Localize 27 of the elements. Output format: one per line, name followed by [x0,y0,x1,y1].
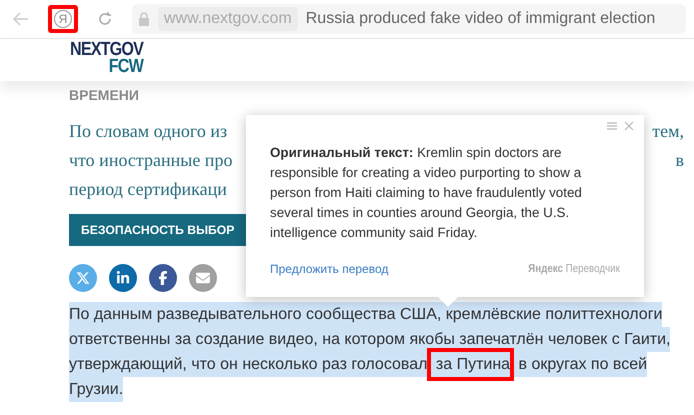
selected-text: в округах по всей [514,352,648,377]
selected-text: По данным разведывательного сообщества США, кремлёвские политтехнологи [69,302,662,327]
translator-brand: Яндекс Переводчик [528,263,620,275]
suggest-translation-link[interactable]: Предложить перевод [270,262,388,276]
linkedin-icon[interactable] [109,264,137,292]
body-text: в [676,149,684,172]
selected-text: Грузии. [69,377,124,402]
address-bar[interactable]: www.nextgov.com Russia produced fake video of immigrant election [132,4,686,34]
x-logo-icon[interactable] [69,264,97,292]
original-text: Оригинальный текст: Kremlin spin doctors are responsible for creating a video purporting to show a person from Haiti claiming to have fraudulently voted several times in counties around Georgia, the U.S. intelligence community said Friday. [270,144,583,242]
page-title: Russia produced fake video of immigrant election [306,10,656,28]
annotated-text: за Путина [427,348,514,381]
url-text: www.nextgov.com [158,7,298,31]
body-text: период сертификаци [69,178,227,201]
body-text: что иностранные про [69,149,232,172]
site-logo[interactable]: NEXTGOV FCW [70,41,144,81]
body-text: По словам одного из [69,120,228,143]
yandex-button[interactable]: Я [48,5,78,33]
close-icon[interactable] [624,121,634,131]
selected-text: ответственны за создание видео, на котором якобы запечатлён человек с Гаити, [69,327,670,352]
lock-icon [138,12,150,26]
facebook-icon[interactable] [149,264,177,292]
section-label: ВРЕМЕНИ [69,87,140,103]
selected-text: утверждающий, что он несколько раз голосовал [69,352,428,377]
envelope-icon[interactable] [189,264,217,292]
menu-icon[interactable] [606,121,618,131]
body-text: тем, [652,120,684,143]
